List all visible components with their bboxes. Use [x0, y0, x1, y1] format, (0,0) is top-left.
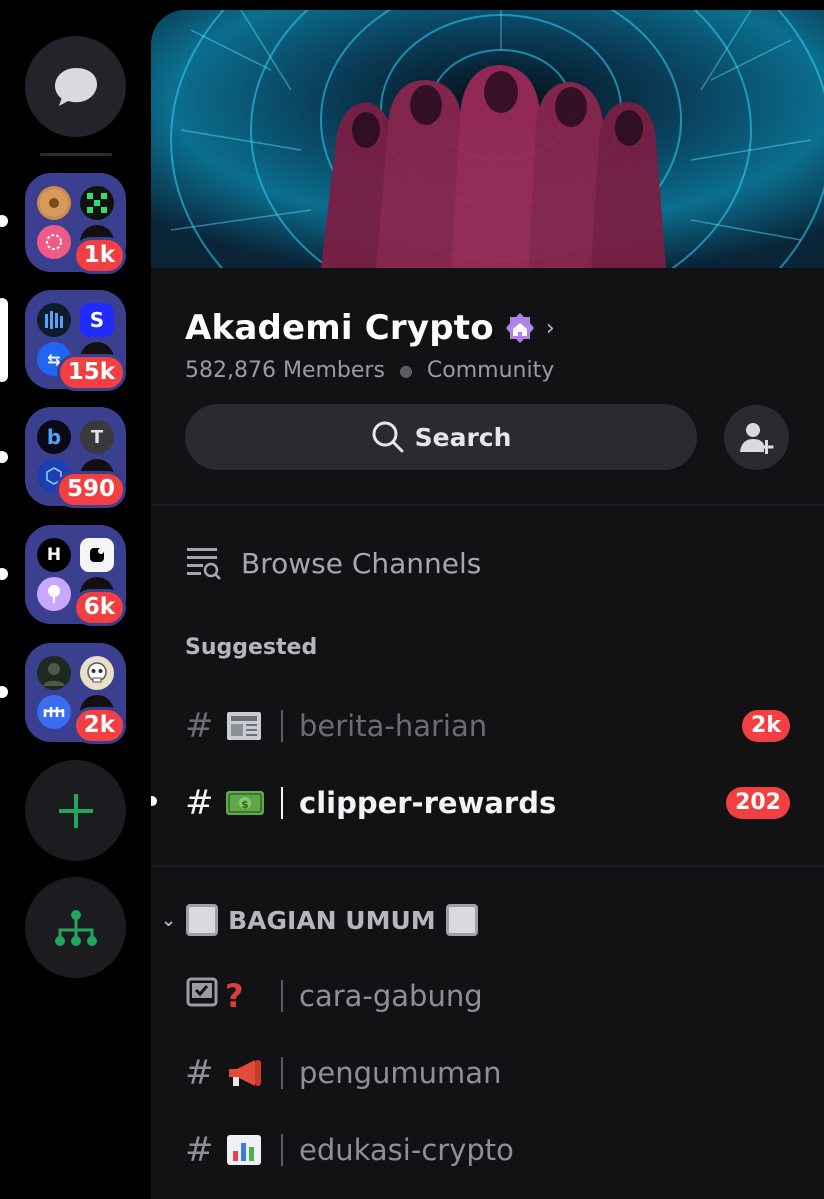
server-rail: 1k S ⇆ 15k b T 590 H 6k 2k [0, 0, 151, 1199]
community-home-badge-icon [505, 313, 534, 343]
divider [151, 865, 824, 867]
text-channel-icon: # [185, 706, 214, 746]
channel-separator [281, 1134, 283, 1166]
member-count: 582,876 Members [185, 358, 385, 383]
mention-badge: 6k [72, 589, 126, 626]
grid-logo-icon [80, 186, 114, 220]
unread-indicator [151, 796, 157, 806]
question-emoji-icon: ? [225, 977, 244, 1015]
bars-logo-icon [37, 303, 71, 337]
divider [151, 504, 824, 506]
chevron-down-icon: ⌄ [161, 909, 177, 931]
unread-indicator [0, 451, 8, 463]
category-title: BAGIAN UMUM [228, 905, 436, 935]
white-square-emoji-icon [186, 904, 219, 936]
b-logo-icon: b [37, 420, 71, 454]
browse-channels-icon [187, 548, 221, 580]
browse-channels-label: Browse Channels [241, 546, 482, 580]
channel-name: cara-gabung [299, 979, 483, 1013]
text-channel-icon: # [185, 1053, 214, 1093]
svg-text:$: $ [241, 798, 249, 811]
s-logo-icon: S [80, 303, 114, 337]
server-meta: 582,876 Members ● Community [185, 358, 554, 383]
bridge-logo-icon [37, 695, 71, 729]
channel-badge: 2k [742, 710, 790, 742]
server-folder-3[interactable]: b T 590 [25, 407, 126, 508]
search-label: Search [414, 422, 512, 452]
meta-separator: ● [398, 361, 413, 380]
hierarchy-icon [54, 909, 97, 946]
invite-members-button[interactable] [724, 405, 789, 470]
unread-indicator [0, 686, 8, 698]
megaphone-emoji-icon [225, 1056, 281, 1090]
mention-badge: 1k [72, 237, 126, 274]
suggested-title: Suggested [185, 635, 318, 660]
channel-cara-gabung[interactable]: ? cara-gabung [185, 972, 790, 1020]
square-logo-icon [80, 538, 114, 572]
add-server-button[interactable] [25, 760, 126, 861]
discord-app: 1k S ⇆ 15k b T 590 H 6k 2k Akademi Crypt… [0, 0, 824, 1199]
add-member-icon [739, 422, 773, 454]
channel-clipper-rewards[interactable]: # $ clipper-rewards 202 [185, 779, 790, 827]
channel-badge: 202 [726, 787, 790, 819]
channel-berita-harian[interactable]: # berita-harian 2k [185, 702, 790, 750]
server-type: Community [426, 358, 555, 383]
mention-badge: 2k [72, 707, 126, 744]
channel-separator [281, 1057, 283, 1089]
bar-chart-emoji-icon [225, 1133, 281, 1167]
category-header[interactable]: ⌄ BAGIAN UMUM [161, 898, 478, 942]
t-logo-icon: T [80, 420, 114, 454]
text-channel-icon: # [185, 783, 214, 823]
discover-button[interactable] [25, 877, 126, 978]
dollar-emoji-icon: $ [225, 789, 281, 817]
white-square-emoji-icon [445, 904, 478, 936]
unread-indicator [0, 568, 8, 580]
text-channel-icon: # [185, 1130, 214, 1170]
donut-icon [37, 186, 71, 220]
server-folder-2[interactable]: S ⇆ 15k [25, 290, 126, 391]
search-button[interactable]: Search [185, 404, 697, 470]
channel-pengumuman[interactable]: # pengumuman [185, 1049, 790, 1097]
server-folder-4[interactable]: H 6k [25, 525, 126, 626]
purple-pin-icon [37, 577, 71, 611]
server-header[interactable]: Akademi Crypto › [185, 308, 555, 348]
h-logo-icon: H [37, 538, 71, 572]
mention-badge: 590 [55, 471, 126, 508]
unread-indicator [0, 215, 8, 227]
channel-name: berita-harian [299, 709, 488, 743]
direct-messages-button[interactable] [25, 36, 126, 137]
chat-bubble-icon [54, 67, 97, 106]
server-panel: Akademi Crypto › 582,876 Members ● Commu… [151, 10, 824, 1199]
channel-name: clipper-rewards [299, 786, 557, 820]
search-icon [372, 421, 404, 453]
server-folder-1[interactable]: 1k [25, 173, 126, 274]
channel-name: edukasi-crypto [299, 1133, 514, 1167]
server-name: Akademi Crypto [185, 308, 494, 348]
avatar-icon [37, 656, 71, 690]
mention-badge: 15k [56, 354, 126, 391]
newspaper-emoji-icon [225, 709, 281, 743]
skull-icon [80, 656, 114, 690]
rules-checkbox-icon [185, 976, 225, 1017]
channel-separator [281, 787, 283, 819]
chevron-right-icon: › [545, 315, 555, 341]
rail-divider [40, 153, 112, 156]
server-banner[interactable] [151, 10, 824, 268]
browse-channels-button[interactable]: Browse Channels [185, 542, 481, 584]
active-server-indicator [0, 298, 8, 382]
channel-name: pengumuman [299, 1056, 502, 1090]
pink-dots-icon [37, 225, 71, 259]
plus-icon [58, 793, 93, 828]
channel-edukasi-crypto[interactable]: # edukasi-crypto [185, 1126, 790, 1174]
server-folder-5[interactable]: 2k [25, 643, 126, 744]
channel-separator [281, 710, 283, 742]
channel-separator [281, 980, 283, 1012]
